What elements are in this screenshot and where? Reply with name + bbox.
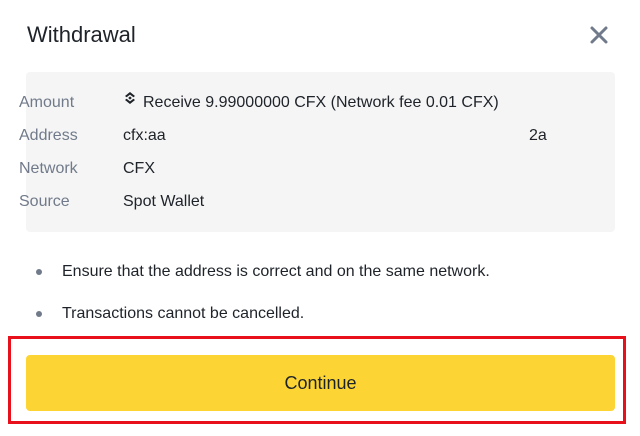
amount-value-container: Receive 9.99000000 CFX (Network fee 0.01… [123, 91, 499, 115]
detail-row-network: Network CFX [0, 157, 589, 181]
network-value: CFX [123, 160, 155, 177]
network-label: Network [19, 160, 78, 177]
source-value: Spot Wallet [123, 193, 205, 210]
amount-value: Receive 9.99000000 CFX (Network fee 0.01… [143, 94, 499, 111]
cfx-token-icon [123, 89, 137, 113]
bullet-dot-icon [36, 311, 42, 317]
close-button[interactable] [586, 22, 612, 48]
bullet-dot-icon [36, 269, 42, 275]
continue-button[interactable]: Continue [26, 355, 615, 411]
address-value-start: cfx:aa [123, 127, 166, 144]
dialog-title: Withdrawal [27, 22, 136, 47]
detail-row-source: Source Spot Wallet [0, 190, 589, 214]
amount-label: Amount [19, 94, 75, 111]
source-label: Source [19, 193, 70, 210]
address-label: Address [19, 127, 78, 144]
detail-row-address: Address cfx:aa 2a [0, 124, 589, 148]
withdrawal-dialog: Withdrawal Amount Receive 9.99000000 CFX… [0, 0, 640, 436]
close-icon [586, 22, 612, 48]
note-text: Transactions cannot be cancelled. [62, 305, 305, 322]
address-value-end: 2a [529, 127, 547, 144]
detail-row-amount: Amount Receive 9.99000000 CFX (Network f… [0, 91, 589, 115]
note-text: Ensure that the address is correct and o… [62, 263, 490, 280]
